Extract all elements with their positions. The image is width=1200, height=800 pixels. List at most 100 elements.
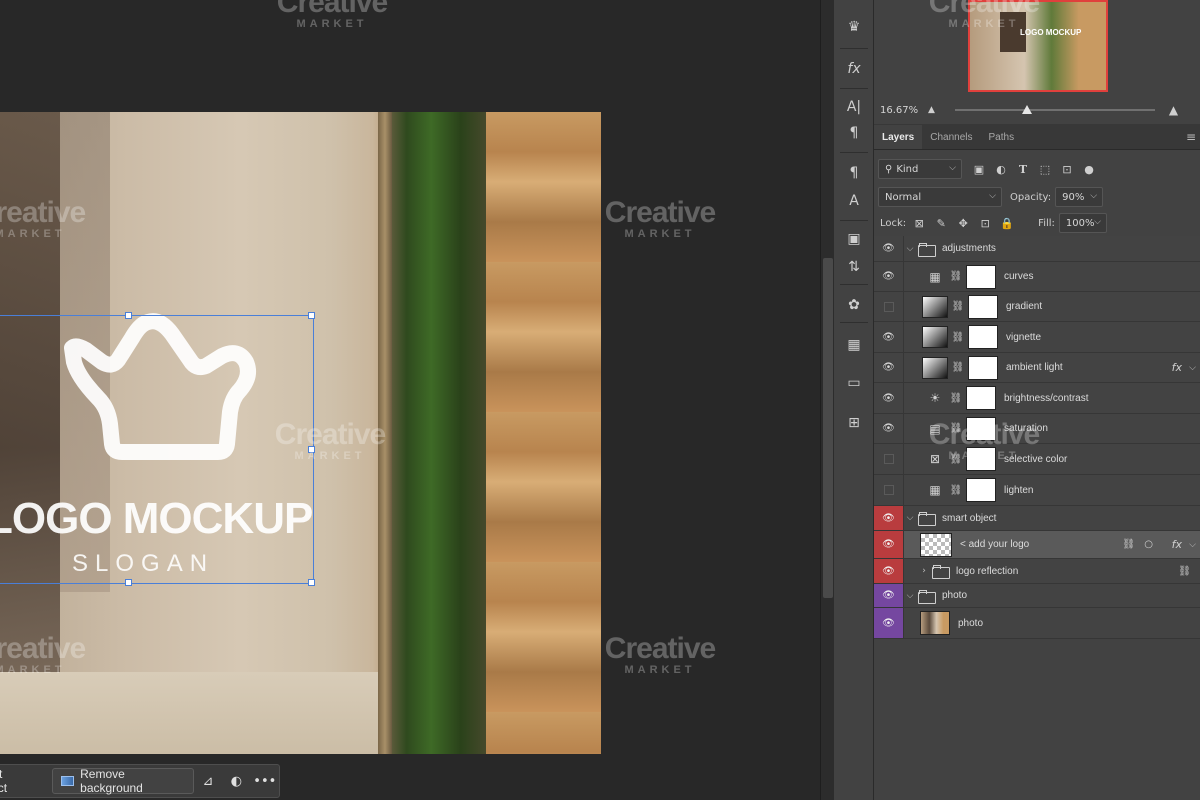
vertical-scrollbar[interactable] bbox=[820, 0, 834, 800]
blend-mode-select[interactable]: Normal ⌵ bbox=[878, 187, 1002, 207]
transform-handle[interactable] bbox=[308, 446, 315, 453]
layer-logo-reflection[interactable]: 👁 › logo reflection ⛓ bbox=[874, 559, 1200, 584]
navigator-thumbnail[interactable]: LOGO MOCKUP bbox=[968, 0, 1108, 92]
chevron-down-icon[interactable]: ⌵ bbox=[904, 244, 916, 254]
visibility-eye-icon[interactable]: 👁 bbox=[874, 531, 904, 558]
layer-group-smart-object[interactable]: 👁 ⌵ smart object bbox=[874, 506, 1200, 531]
layer-mask-thumbnail[interactable] bbox=[966, 447, 996, 471]
layer-add-your-logo[interactable]: 👁 < add your logo ⛓ ○ fx ⌵ bbox=[874, 531, 1200, 559]
panel-menu-icon[interactable]: ≡ bbox=[1186, 125, 1200, 149]
zoom-in-icon[interactable]: ▲ bbox=[1169, 103, 1178, 117]
layer-name: < add your logo bbox=[960, 539, 1030, 550]
zoom-knob[interactable] bbox=[1021, 105, 1032, 114]
visibility-eye-icon[interactable] bbox=[874, 292, 904, 321]
right-panel: LOGO MOCKUP 16.67% ▲ ▲ Layers Channels P… bbox=[874, 0, 1200, 800]
tab-paths[interactable]: Paths bbox=[981, 125, 1023, 149]
chevron-down-icon[interactable]: ⌵ bbox=[904, 591, 916, 601]
chevron-down-icon: ⌵ bbox=[1094, 217, 1101, 227]
chevron-down-icon[interactable]: ⌵ bbox=[1189, 363, 1196, 373]
styles-fx-icon[interactable]: fx bbox=[842, 58, 866, 80]
transform-icon[interactable]: ⊿ bbox=[194, 768, 222, 794]
layer-gradient[interactable]: ⛓ gradient bbox=[874, 292, 1200, 322]
visibility-eye-icon[interactable] bbox=[874, 475, 904, 505]
tab-channels[interactable]: Channels bbox=[922, 125, 980, 149]
layer-curves[interactable]: 👁 ▦ ⛓ curves bbox=[874, 262, 1200, 292]
character-styles-icon[interactable]: A bbox=[842, 190, 866, 212]
photo-thumbnail bbox=[920, 611, 950, 635]
zoom-value[interactable]: 16.67% bbox=[874, 105, 928, 116]
layer-photo[interactable]: 👁 photo bbox=[874, 608, 1200, 639]
character-icon[interactable]: A| bbox=[842, 96, 866, 118]
remove-background-button[interactable]: Remove background bbox=[51, 767, 194, 795]
type-filter-icon[interactable]: T bbox=[1012, 159, 1034, 179]
visibility-eye-icon[interactable]: 👁 bbox=[874, 383, 904, 413]
paragraph-icon[interactable]: ¶ bbox=[842, 122, 866, 144]
canvas-area[interactable]: LOGO MOCKUP SLOGAN CreativeMARKET Creati… bbox=[0, 0, 820, 800]
filter-toggle-icon[interactable]: ● bbox=[1078, 159, 1100, 179]
tab-layers[interactable]: Layers bbox=[874, 125, 923, 149]
visibility-eye-icon[interactable]: 👁 bbox=[874, 559, 904, 583]
layer-mask-thumbnail[interactable] bbox=[966, 264, 996, 289]
layer-lighten[interactable]: ▦ ⛓ lighten bbox=[874, 475, 1200, 506]
swatches-icon[interactable]: ▦ bbox=[842, 334, 866, 356]
chevron-down-icon[interactable]: ⌵ bbox=[1189, 540, 1196, 550]
transform-bounding-box[interactable] bbox=[0, 312, 315, 586]
lock-transparent-icon[interactable]: ⊠ bbox=[908, 214, 930, 232]
more-options-icon[interactable]: ••• bbox=[251, 768, 279, 794]
chevron-right-icon[interactable]: › bbox=[918, 566, 930, 576]
layer-effects-icon[interactable]: fx bbox=[1172, 361, 1182, 374]
visibility-eye-icon[interactable]: 👁 bbox=[874, 262, 904, 291]
libraries-icon[interactable]: ▣ bbox=[842, 228, 866, 250]
layer-group-adjustments[interactable]: 👁 ⌵ adjustments bbox=[874, 236, 1200, 262]
select-subject-button[interactable]: Select subject bbox=[0, 767, 48, 795]
layer-mask-thumbnail[interactable] bbox=[966, 478, 996, 502]
smart-object-thumbnail[interactable] bbox=[920, 532, 952, 557]
layer-saturation[interactable]: 👁 ▤ ⛓ saturation bbox=[874, 414, 1200, 444]
layer-mask-thumbnail[interactable] bbox=[966, 386, 996, 410]
lock-all-icon[interactable]: 🔒 bbox=[996, 214, 1018, 232]
transform-handle[interactable] bbox=[125, 579, 132, 586]
lock-pixels-icon[interactable]: ✎ bbox=[930, 214, 952, 232]
adjustment-filter-icon[interactable]: ◐ bbox=[990, 159, 1012, 179]
layer-effects-icon[interactable]: fx bbox=[1172, 538, 1182, 551]
visibility-eye-icon[interactable]: 👁 bbox=[874, 414, 904, 443]
chevron-down-icon[interactable]: ⌵ bbox=[904, 513, 916, 523]
history-icon[interactable]: ⇅ bbox=[842, 256, 866, 278]
paragraph-styles-icon[interactable]: ¶ bbox=[842, 162, 866, 184]
visibility-eye-icon[interactable]: 👁 bbox=[874, 608, 904, 638]
layer-brightness-contrast[interactable]: 👁 ☀ ⛓ brightness/contrast bbox=[874, 383, 1200, 414]
transform-handle[interactable] bbox=[308, 312, 315, 319]
layer-mask-thumbnail[interactable] bbox=[968, 325, 998, 349]
gradients-icon[interactable]: ▭ bbox=[842, 372, 866, 394]
adjustment-icon[interactable]: ◐ bbox=[222, 768, 250, 794]
visibility-eye-icon[interactable]: 👁 bbox=[874, 584, 904, 607]
smart-object-filter-icon[interactable]: ⊡ bbox=[1056, 159, 1078, 179]
scrollbar-thumb[interactable] bbox=[823, 258, 833, 598]
lock-position-icon[interactable]: ✥ bbox=[952, 214, 974, 232]
fill-input[interactable]: 100% ⌵ bbox=[1058, 213, 1107, 233]
pixel-filter-icon[interactable]: ▣ bbox=[968, 159, 990, 179]
zoom-out-icon[interactable]: ▲ bbox=[928, 105, 935, 115]
layer-selective-color[interactable]: ⊠ ⛓ selective color bbox=[874, 444, 1200, 475]
lock-artboard-icon[interactable]: ⊡ bbox=[974, 214, 996, 232]
shape-filter-icon[interactable]: ⬚ bbox=[1034, 159, 1056, 179]
zoom-slider[interactable] bbox=[954, 104, 1155, 116]
patterns-icon[interactable]: ⊞ bbox=[842, 412, 866, 434]
transform-handle[interactable] bbox=[308, 579, 315, 586]
opacity-input[interactable]: 90% ⌵ bbox=[1055, 187, 1104, 207]
layer-mask-thumbnail[interactable] bbox=[966, 416, 996, 441]
layer-group-photo[interactable]: 👁 ⌵ photo bbox=[874, 584, 1200, 608]
transform-handle[interactable] bbox=[125, 312, 132, 319]
layer-mask-thumbnail[interactable] bbox=[968, 355, 998, 380]
visibility-eye-icon[interactable]: 👁 bbox=[874, 322, 904, 352]
visibility-eye-icon[interactable] bbox=[874, 444, 904, 474]
visibility-eye-icon[interactable]: 👁 bbox=[874, 506, 904, 530]
kind-filter-select[interactable]: ⚲ Kind ⌵ bbox=[878, 159, 962, 179]
layer-vignette[interactable]: 👁 ⛓ vignette bbox=[874, 322, 1200, 353]
layer-mask-thumbnail[interactable] bbox=[968, 294, 998, 319]
layer-ambient-light[interactable]: 👁 ⛓ ambient light fx ⌵ bbox=[874, 353, 1200, 383]
color-palette-icon[interactable]: ✿ bbox=[842, 294, 866, 316]
visibility-eye-icon[interactable]: 👁 bbox=[874, 353, 904, 382]
histogram-icon[interactable]: ♛ bbox=[842, 16, 866, 38]
visibility-eye-icon[interactable]: 👁 bbox=[874, 236, 904, 261]
